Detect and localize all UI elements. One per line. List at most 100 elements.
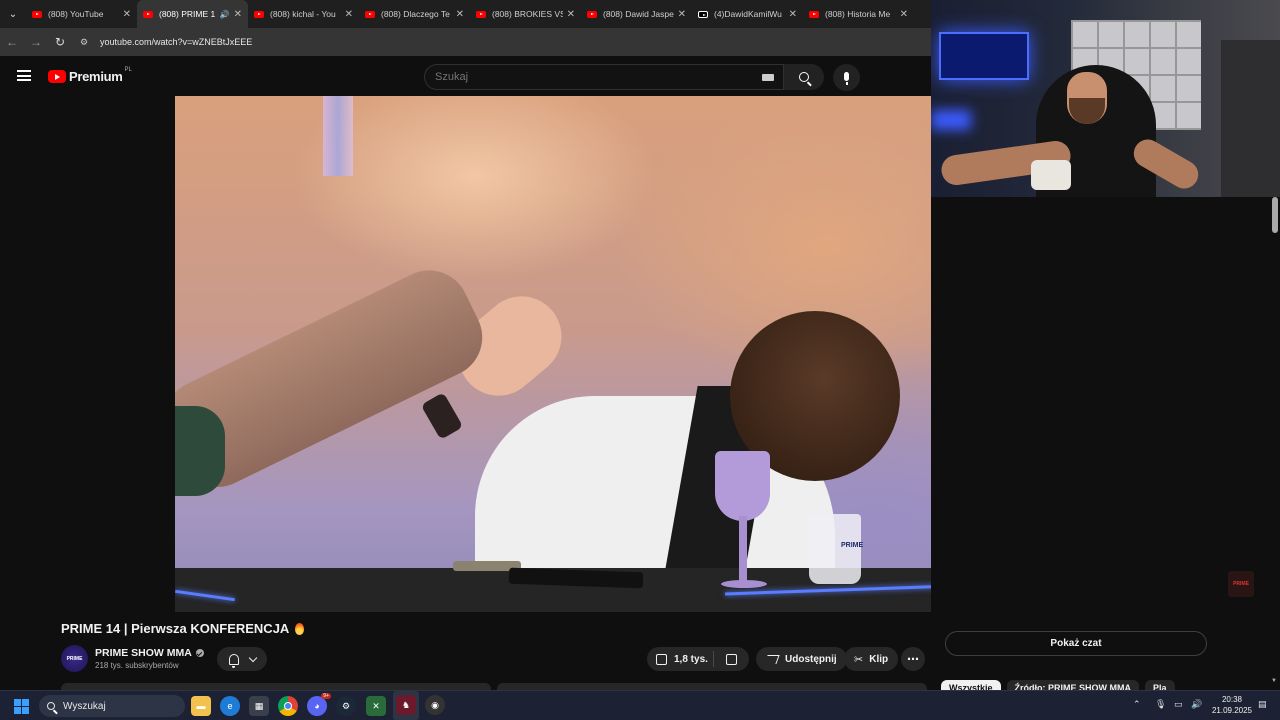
store-icon[interactable]: ▦	[249, 696, 269, 716]
fire-icon	[295, 622, 305, 635]
tab-7[interactable]: (808) Historia Me ✕	[803, 0, 914, 28]
edge-icon[interactable]: e	[220, 696, 240, 716]
youtube-icon	[365, 10, 375, 18]
microphone-tray-icon[interactable]: 🎙	[1155, 699, 1166, 710]
thumbs-down-icon	[725, 653, 737, 665]
video-glass-base	[721, 580, 767, 588]
site-settings-icon[interactable]: ⚙	[80, 37, 94, 48]
like-button[interactable]: 1,8 tys.	[647, 651, 714, 667]
notifications-icon[interactable]: ▤	[1258, 699, 1267, 710]
xbox-icon[interactable]: ✕	[366, 696, 386, 716]
youtube-icon	[32, 10, 42, 18]
right-sidebar	[931, 197, 1280, 690]
taskbar-clock[interactable]: 20:38 21.09.2025	[1210, 694, 1254, 716]
tab-title: (808) Dawid Jaspe	[603, 9, 674, 19]
reload-icon[interactable]: ↻	[48, 35, 72, 49]
chip-playlist[interactable]: Pla	[1145, 680, 1175, 690]
network-icon[interactable]: ▭	[1174, 699, 1183, 710]
tab-0[interactable]: (808) YouTube ✕	[26, 0, 137, 28]
video-glass-stem	[739, 516, 747, 584]
tab-5[interactable]: (808) Dawid Jaspe ✕	[581, 0, 692, 28]
file-explorer-icon[interactable]: ▬	[191, 696, 211, 716]
close-tab-icon[interactable]: ✕	[567, 9, 575, 20]
search-input[interactable]	[425, 65, 725, 89]
game-app-icon[interactable]: ♞	[396, 695, 416, 715]
discord-badge: 9+	[321, 693, 331, 699]
video-title-text: PRIME 14 | Pierwsza KONFERENCJA	[61, 621, 290, 636]
youtube-icon	[143, 10, 153, 18]
tab-6[interactable]: (4)DawidKamilWu ✕	[692, 0, 803, 28]
dislike-button[interactable]	[714, 653, 748, 665]
verified-icon	[195, 649, 204, 657]
tab-3[interactable]: (808) Dlaczego Te ✕	[359, 0, 470, 28]
back-icon[interactable]: ←	[0, 35, 24, 49]
tab-title: (808) Dlaczego Te	[381, 9, 450, 19]
url-field[interactable]: ⚙ youtube.com/watch?v=wZNEBtJxEEE	[80, 31, 931, 53]
voice-search-button[interactable]	[833, 64, 860, 91]
share-label: Udostępnij	[785, 653, 837, 665]
video-watch	[420, 392, 464, 440]
webcam-monitor	[939, 32, 1029, 80]
tray-chevron-up-icon[interactable]: ⌃	[1133, 699, 1141, 710]
video-title: PRIME 14 | Pierwsza KONFERENCJA	[61, 621, 305, 636]
microphone-icon	[844, 72, 849, 85]
taskbar-search-label: Wyszukaj	[63, 700, 106, 712]
keyboard-icon[interactable]	[762, 74, 774, 81]
tab-4[interactable]: (808) BROKIES VS ✕	[470, 0, 581, 28]
forward-icon[interactable]: →	[24, 35, 48, 49]
chrome-icon[interactable]	[278, 696, 298, 716]
clip-button[interactable]: ✂ Klip	[844, 647, 899, 671]
taskbar-search[interactable]: Wyszukaj	[39, 695, 185, 717]
channel-name[interactable]: PRIME SHOW MMA	[95, 647, 204, 659]
search-icon	[47, 702, 55, 710]
discord-icon[interactable]: ◕ 9+	[307, 693, 331, 716]
clock-date: 21.09.2025	[1211, 706, 1253, 715]
youtube-icon	[476, 10, 486, 18]
steam-icon[interactable]: ⚙	[336, 696, 356, 716]
menu-icon[interactable]	[17, 70, 31, 81]
chip-all[interactable]: Wszystkie	[941, 680, 1001, 690]
tab-title: (808) BROKIES VS	[492, 9, 563, 19]
youtube-icon	[254, 10, 264, 18]
share-button[interactable]: Udostępnij	[756, 647, 847, 671]
video-stripe	[323, 96, 353, 176]
channel-watermark[interactable]: PRIME	[1228, 571, 1254, 597]
search-box	[424, 64, 784, 90]
close-tab-icon[interactable]: ✕	[789, 9, 797, 20]
close-tab-icon[interactable]: ✕	[345, 9, 353, 20]
video-wine-glass	[715, 451, 770, 521]
bell-icon	[228, 653, 239, 668]
scroll-down-icon[interactable]: ▼	[1271, 678, 1277, 684]
tab-title: (808) YouTube	[48, 9, 104, 19]
webcam-light	[931, 110, 971, 130]
close-tab-icon[interactable]: ✕	[456, 9, 464, 20]
close-tab-icon[interactable]: ✕	[678, 9, 686, 20]
page-scrollbar-thumb[interactable]	[1272, 197, 1278, 233]
tab-title: (808) PRIME 1	[159, 9, 216, 19]
youtube-header: Premium PL	[0, 56, 931, 96]
windows-start-icon[interactable]	[14, 699, 29, 714]
logo-region: PL	[124, 66, 132, 73]
search-button[interactable]	[784, 64, 824, 90]
show-chat-button[interactable]: Pokaż czat	[945, 631, 1207, 656]
channel-avatar[interactable]: PRIME	[61, 645, 88, 672]
more-actions-button[interactable]: ⋯	[901, 647, 925, 671]
tab-search-menu[interactable]: ⌄	[0, 0, 26, 28]
tab-1[interactable]: (808) PRIME 1 🔊 ✕	[137, 0, 248, 28]
obs-icon[interactable]: ◉	[425, 695, 445, 715]
chip-source[interactable]: Źródło: PRIME SHOW MMA	[1006, 680, 1140, 690]
like-count: 1,8 tys.	[674, 653, 708, 665]
youtube-logo[interactable]: Premium PL	[48, 66, 132, 84]
video-sleeve	[175, 406, 225, 496]
tab-2[interactable]: (808) kichal - You ✕	[248, 0, 359, 28]
tab-title: (4)DawidKamilWu	[714, 9, 782, 19]
close-tab-icon[interactable]: ✕	[123, 9, 131, 20]
speaker-icon[interactable]: 🔊	[220, 10, 230, 19]
close-tab-icon[interactable]: ✕	[900, 9, 908, 20]
webcam-wall	[1221, 40, 1280, 197]
subscription-bell-button[interactable]	[217, 647, 267, 671]
volume-icon[interactable]: 🔊	[1191, 699, 1202, 710]
close-tab-icon[interactable]: ✕	[234, 9, 242, 20]
subscriber-count: 218 tys. subskrybentów	[95, 661, 179, 670]
tab-title: (808) kichal - You	[270, 9, 336, 19]
